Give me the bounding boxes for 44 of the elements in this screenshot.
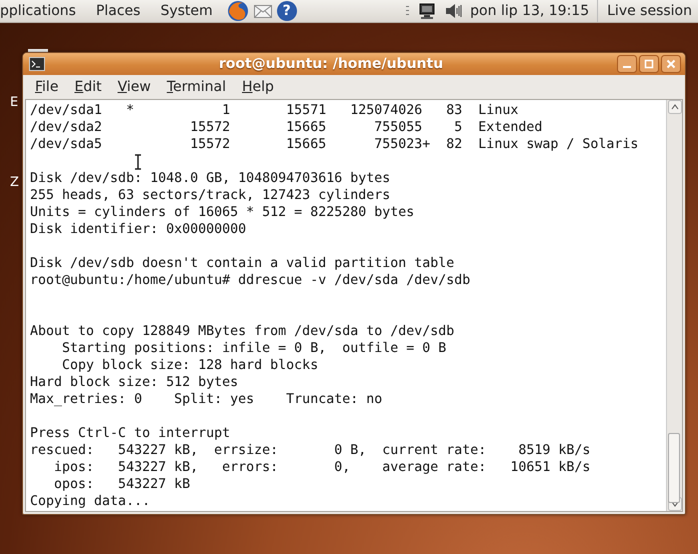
session-button[interactable]: Live session — [597, 0, 698, 22]
terminal-line: Disk identifier: 0x00000000 — [30, 221, 248, 238]
minimize-button[interactable] — [617, 55, 637, 73]
terminal-line: opos: 543227 kB — [53, 476, 192, 493]
terminal-line: /dev/sda1 * 1 15571 125074026 83 Linux — [30, 102, 520, 119]
panel-menu[interactable]: System — [160, 3, 217, 19]
network-icon[interactable] — [418, 2, 436, 20]
desktop-icon-label: Z — [10, 175, 19, 190]
clock-text[interactable]: pon lip 13, 19:15 — [470, 3, 590, 19]
terminal-line: root@ubuntu:/home/ubuntu# ddrescue -v /dev/sda /dev/sdb — [30, 272, 472, 289]
terminal-line: Disk /dev/sdb: 1048.0 GB, 1048094703616 bytes — [30, 170, 392, 187]
terminal-line: /dev/sda2 15572 15665 755055 5 Extended — [30, 119, 544, 136]
terminal-line: Max_retries: 0 Split: yes Truncate: no — [30, 391, 384, 408]
help-icon[interactable]: ? — [276, 1, 297, 21]
menu-item[interactable]: File — [27, 77, 66, 97]
terminal-icon[interactable] — [29, 57, 45, 71]
menu-item[interactable]: Terminal — [158, 77, 234, 97]
text-cursor-icon — [134, 154, 142, 170]
menu-item[interactable]: View — [110, 77, 159, 97]
menu-item[interactable]: Edit — [66, 77, 110, 97]
panel-menu[interactable]: Places — [96, 3, 144, 19]
terminal-line: 255 heads, 63 sectors/track, 127423 cylinders — [30, 187, 392, 204]
terminal-line: /dev/sda5 15572 15665 755023+ 82 Linux swap / Solaris — [30, 136, 640, 153]
terminal-line: Units = cylinders of 16065 * 512 = 8225280 bytes — [30, 204, 416, 221]
terminal-line: Disk /dev/sdb doesn't contain a valid partition table — [30, 255, 456, 272]
window-title: root@ubuntu: /home/ubuntu — [218, 56, 444, 72]
terminal-line: About to copy 128849 MBytes from /dev/sda to /dev/sdb — [30, 323, 456, 340]
menu-item[interactable]: Help — [234, 77, 282, 97]
terminal-line: Press Ctrl-C to interrupt — [30, 425, 232, 442]
speaker-icon[interactable] — [444, 2, 464, 20]
scrollbar[interactable] — [666, 100, 682, 511]
terminal-line: Hard block size: 512 bytes — [30, 374, 240, 391]
terminal-line: Starting positions: infile = 0 B, outfile = 0 B — [61, 340, 448, 357]
maximize-button[interactable] — [639, 55, 659, 73]
close-button[interactable] — [661, 55, 681, 73]
handle-icon — [406, 5, 410, 17]
desktop-icon-label: E — [10, 95, 18, 110]
terminal-line: ipos: 543227 kB, errors: 0, average rate: 10651 kB/s — [53, 459, 592, 476]
globe-icon[interactable] — [226, 0, 249, 22]
terminal-line: Copying data... — [30, 493, 152, 510]
terminal-line: rescued: 543227 kB, errsize: 0 B, current rate: 8519 kB/s — [30, 442, 592, 459]
scroll-thumb[interactable] — [668, 433, 680, 503]
terminal-line: Copy block size: 128 hard blocks — [61, 357, 320, 374]
panel-menu[interactable]: pplications — [0, 3, 80, 19]
